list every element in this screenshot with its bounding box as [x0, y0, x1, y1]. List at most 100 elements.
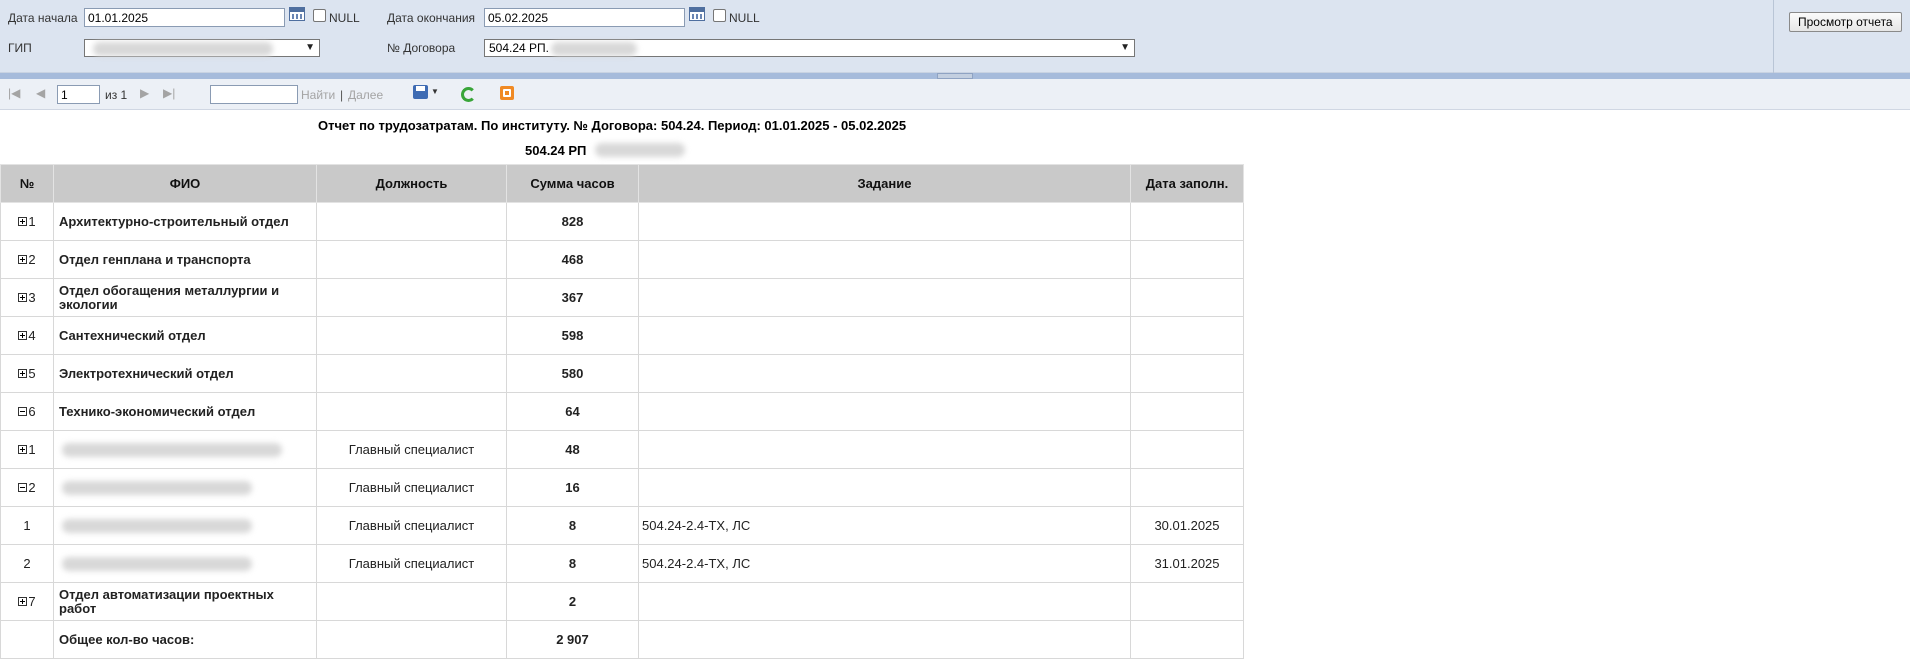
find-input[interactable] [210, 85, 298, 104]
chevron-down-icon[interactable]: ▼ [431, 87, 439, 96]
date-cell [1130, 240, 1244, 279]
expand-icon[interactable] [18, 445, 28, 455]
redacted-value [551, 42, 637, 56]
hours-cell: 828 [506, 202, 639, 241]
task-cell: 504.24-2.4-ТХ, ЛС [638, 544, 1131, 583]
fio-cell: Архитектурно-строительный отдел [53, 202, 317, 241]
report-table: № ФИО Должность Сумма часов Задание Дата… [0, 164, 1244, 659]
fio-cell: Технико-экономический отдел [53, 392, 317, 431]
next-page-icon[interactable]: ▶ [140, 86, 149, 100]
date-cell: 31.01.2025 [1130, 544, 1244, 583]
redacted-value [62, 557, 252, 571]
calendar-icon[interactable] [289, 7, 305, 21]
position-cell [316, 582, 507, 621]
date-cell [1130, 582, 1244, 621]
contract-select[interactable]: 504.24 РП. ▼ [484, 39, 1135, 57]
fio-cell [53, 544, 317, 583]
prev-page-icon[interactable]: ◀ [36, 86, 45, 100]
position-cell: Главный специалист [316, 468, 507, 507]
hours-cell: 64 [506, 392, 639, 431]
expand-icon[interactable] [18, 369, 28, 379]
gip-select[interactable]: ▼ [84, 39, 320, 57]
expand-icon[interactable] [18, 217, 28, 227]
view-report-button[interactable]: Просмотр отчета [1789, 12, 1902, 32]
column-header-task[interactable]: Задание [638, 164, 1131, 203]
task-cell [638, 354, 1131, 393]
hours-cell: 367 [506, 278, 639, 317]
task-cell [638, 620, 1131, 659]
end-null-label: NULL [729, 11, 760, 25]
end-null-checkbox[interactable] [713, 9, 726, 22]
table-row: 1 Архитектурно-строительный отдел 828 [0, 202, 1244, 241]
column-header-fio[interactable]: ФИО [53, 164, 317, 203]
position-cell [316, 354, 507, 393]
position-cell [316, 202, 507, 241]
parameters-panel: Дата начала NULL Дата окончания NULL ГИП… [0, 0, 1910, 73]
fio-cell: Сантехнический отдел [53, 316, 317, 355]
column-header-date[interactable]: Дата заполн. [1130, 164, 1244, 203]
total-row: Общее кол-во часов: 2 907 [0, 620, 1244, 659]
row-number-cell: 2 [0, 240, 54, 279]
position-cell [316, 278, 507, 317]
fio-cell [53, 506, 317, 545]
view-report-area: Просмотр отчета [1773, 0, 1910, 73]
hours-cell: 2 [506, 582, 639, 621]
date-cell [1130, 430, 1244, 469]
table-row: 2 Главный специалист 8 504.24-2.4-ТХ, ЛС… [0, 544, 1244, 583]
column-header-number[interactable]: № [0, 164, 54, 203]
redacted-value [93, 42, 273, 56]
start-null-label: NULL [329, 11, 360, 25]
collapse-icon[interactable] [18, 483, 28, 493]
expand-icon[interactable] [18, 597, 28, 607]
chevron-down-icon: ▼ [1120, 42, 1130, 53]
position-cell [316, 316, 507, 355]
row-number-cell: 4 [0, 316, 54, 355]
table-header-row: № ФИО Должность Сумма часов Задание Дата… [0, 164, 1244, 203]
task-cell [638, 430, 1131, 469]
redacted-value [62, 481, 252, 495]
task-cell [638, 278, 1131, 317]
calendar-icon[interactable] [689, 7, 705, 21]
collapse-icon[interactable] [18, 407, 28, 417]
date-cell [1130, 316, 1244, 355]
start-date-input[interactable] [84, 8, 285, 27]
table-row: 1 Главный специалист 48 [0, 430, 1244, 469]
table-row: 7 Отдел автоматизации проектных работ 2 [0, 582, 1244, 621]
date-cell [1130, 620, 1244, 659]
report-subtitle-text: 504.24 РП [525, 143, 587, 158]
refresh-icon[interactable] [461, 87, 476, 102]
fio-cell [53, 468, 317, 507]
table-row: 2 Отдел генплана и транспорта 468 [0, 240, 1244, 279]
atom-feed-icon[interactable] [500, 86, 514, 100]
column-header-position[interactable]: Должность [316, 164, 507, 203]
fio-cell [53, 430, 317, 469]
row-number-cell: 1 [0, 202, 54, 241]
first-page-icon[interactable]: |◀ [8, 86, 20, 100]
last-page-icon[interactable]: ▶| [163, 86, 175, 100]
date-cell [1130, 392, 1244, 431]
save-export-icon[interactable] [413, 85, 428, 99]
find-link[interactable]: Найти [301, 88, 335, 102]
row-number-cell: 3 [0, 278, 54, 317]
task-cell [638, 468, 1131, 507]
page-number-input[interactable] [57, 85, 100, 104]
expand-icon[interactable] [18, 331, 28, 341]
redacted-value [62, 443, 282, 457]
end-date-input[interactable] [484, 8, 685, 27]
row-number-cell: 2 [0, 544, 54, 583]
start-null-checkbox[interactable] [313, 9, 326, 22]
contract-select-value: 504.24 РП. [489, 41, 549, 55]
hours-cell: 8 [506, 544, 639, 583]
expand-icon[interactable] [18, 255, 28, 265]
report-subtitle: 504.24 РП [525, 143, 685, 158]
next-link[interactable]: Далее [348, 88, 383, 102]
task-cell [638, 392, 1131, 431]
hours-cell: 8 [506, 506, 639, 545]
task-cell [638, 316, 1131, 355]
position-cell: Главный специалист [316, 544, 507, 583]
report-title: Отчет по трудозатратам. По институту. № … [318, 118, 907, 133]
task-cell [638, 240, 1131, 279]
expand-icon[interactable] [18, 293, 28, 303]
total-label: Общее кол-во часов: [53, 620, 317, 659]
column-header-hours[interactable]: Сумма часов [506, 164, 639, 203]
